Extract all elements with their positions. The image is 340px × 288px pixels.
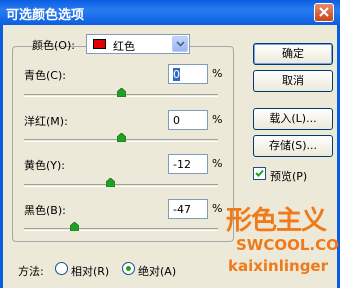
- chevron-down-icon: [176, 41, 185, 47]
- cyan-input[interactable]: 0: [168, 64, 208, 84]
- window-border-left: [0, 25, 3, 288]
- cyan-slider-thumb[interactable]: [117, 88, 126, 97]
- close-icon: [319, 7, 329, 17]
- absolute-label[interactable]: 绝对(A): [138, 263, 176, 279]
- watermark-site: SWCOOL.COM: [236, 236, 340, 254]
- cancel-button[interactable]: 取消: [253, 70, 333, 92]
- relative-radio[interactable]: [55, 262, 68, 275]
- watermark-logo: 形色主义: [226, 206, 327, 236]
- magenta-label: 洋红(M):: [24, 115, 68, 128]
- magenta-slider-thumb[interactable]: [117, 133, 126, 142]
- absolute-radio[interactable]: [122, 262, 135, 275]
- watermark-name: kaixinlinger: [228, 257, 329, 275]
- close-button[interactable]: [314, 3, 334, 22]
- checkmark-icon: [255, 169, 264, 177]
- yellow-input[interactable]: -12: [168, 154, 208, 174]
- magenta-input[interactable]: 0: [168, 110, 208, 130]
- magenta-unit: %: [212, 113, 223, 126]
- window-title: 可选颜色选项: [6, 8, 85, 23]
- color-label: 颜色(O):: [32, 39, 75, 52]
- black-slider-thumb[interactable]: [70, 222, 79, 231]
- cyan-label: 青色(C):: [24, 69, 66, 82]
- black-label: 黑色(B):: [24, 204, 66, 217]
- load-button[interactable]: 载入(L)...: [253, 108, 333, 130]
- relative-label[interactable]: 相对(R): [71, 263, 109, 279]
- yellow-slider-track[interactable]: [24, 184, 218, 187]
- color-dropdown[interactable]: 红色: [86, 34, 190, 54]
- color-dropdown-value: 红色: [113, 40, 135, 53]
- cyan-value: 0: [173, 68, 180, 81]
- dropdown-button[interactable]: [172, 36, 188, 52]
- black-slider-track[interactable]: [24, 228, 218, 231]
- black-input[interactable]: -47: [168, 199, 208, 219]
- method-label: 方法:: [18, 265, 44, 278]
- yellow-unit: %: [212, 157, 223, 170]
- ok-button[interactable]: 确定: [253, 43, 333, 65]
- save-button[interactable]: 存储(S)...: [253, 135, 333, 157]
- preview-label[interactable]: 预览(P): [270, 168, 307, 184]
- radio-selected-dot: [126, 266, 131, 271]
- yellow-slider-thumb[interactable]: [106, 178, 115, 187]
- yellow-label: 黄色(Y):: [24, 159, 66, 172]
- preview-checkbox[interactable]: [253, 167, 266, 180]
- color-swatch: [93, 39, 106, 49]
- black-unit: %: [212, 202, 223, 215]
- cyan-unit: %: [212, 67, 223, 80]
- title-bar[interactable]: 可选颜色选项: [0, 0, 340, 25]
